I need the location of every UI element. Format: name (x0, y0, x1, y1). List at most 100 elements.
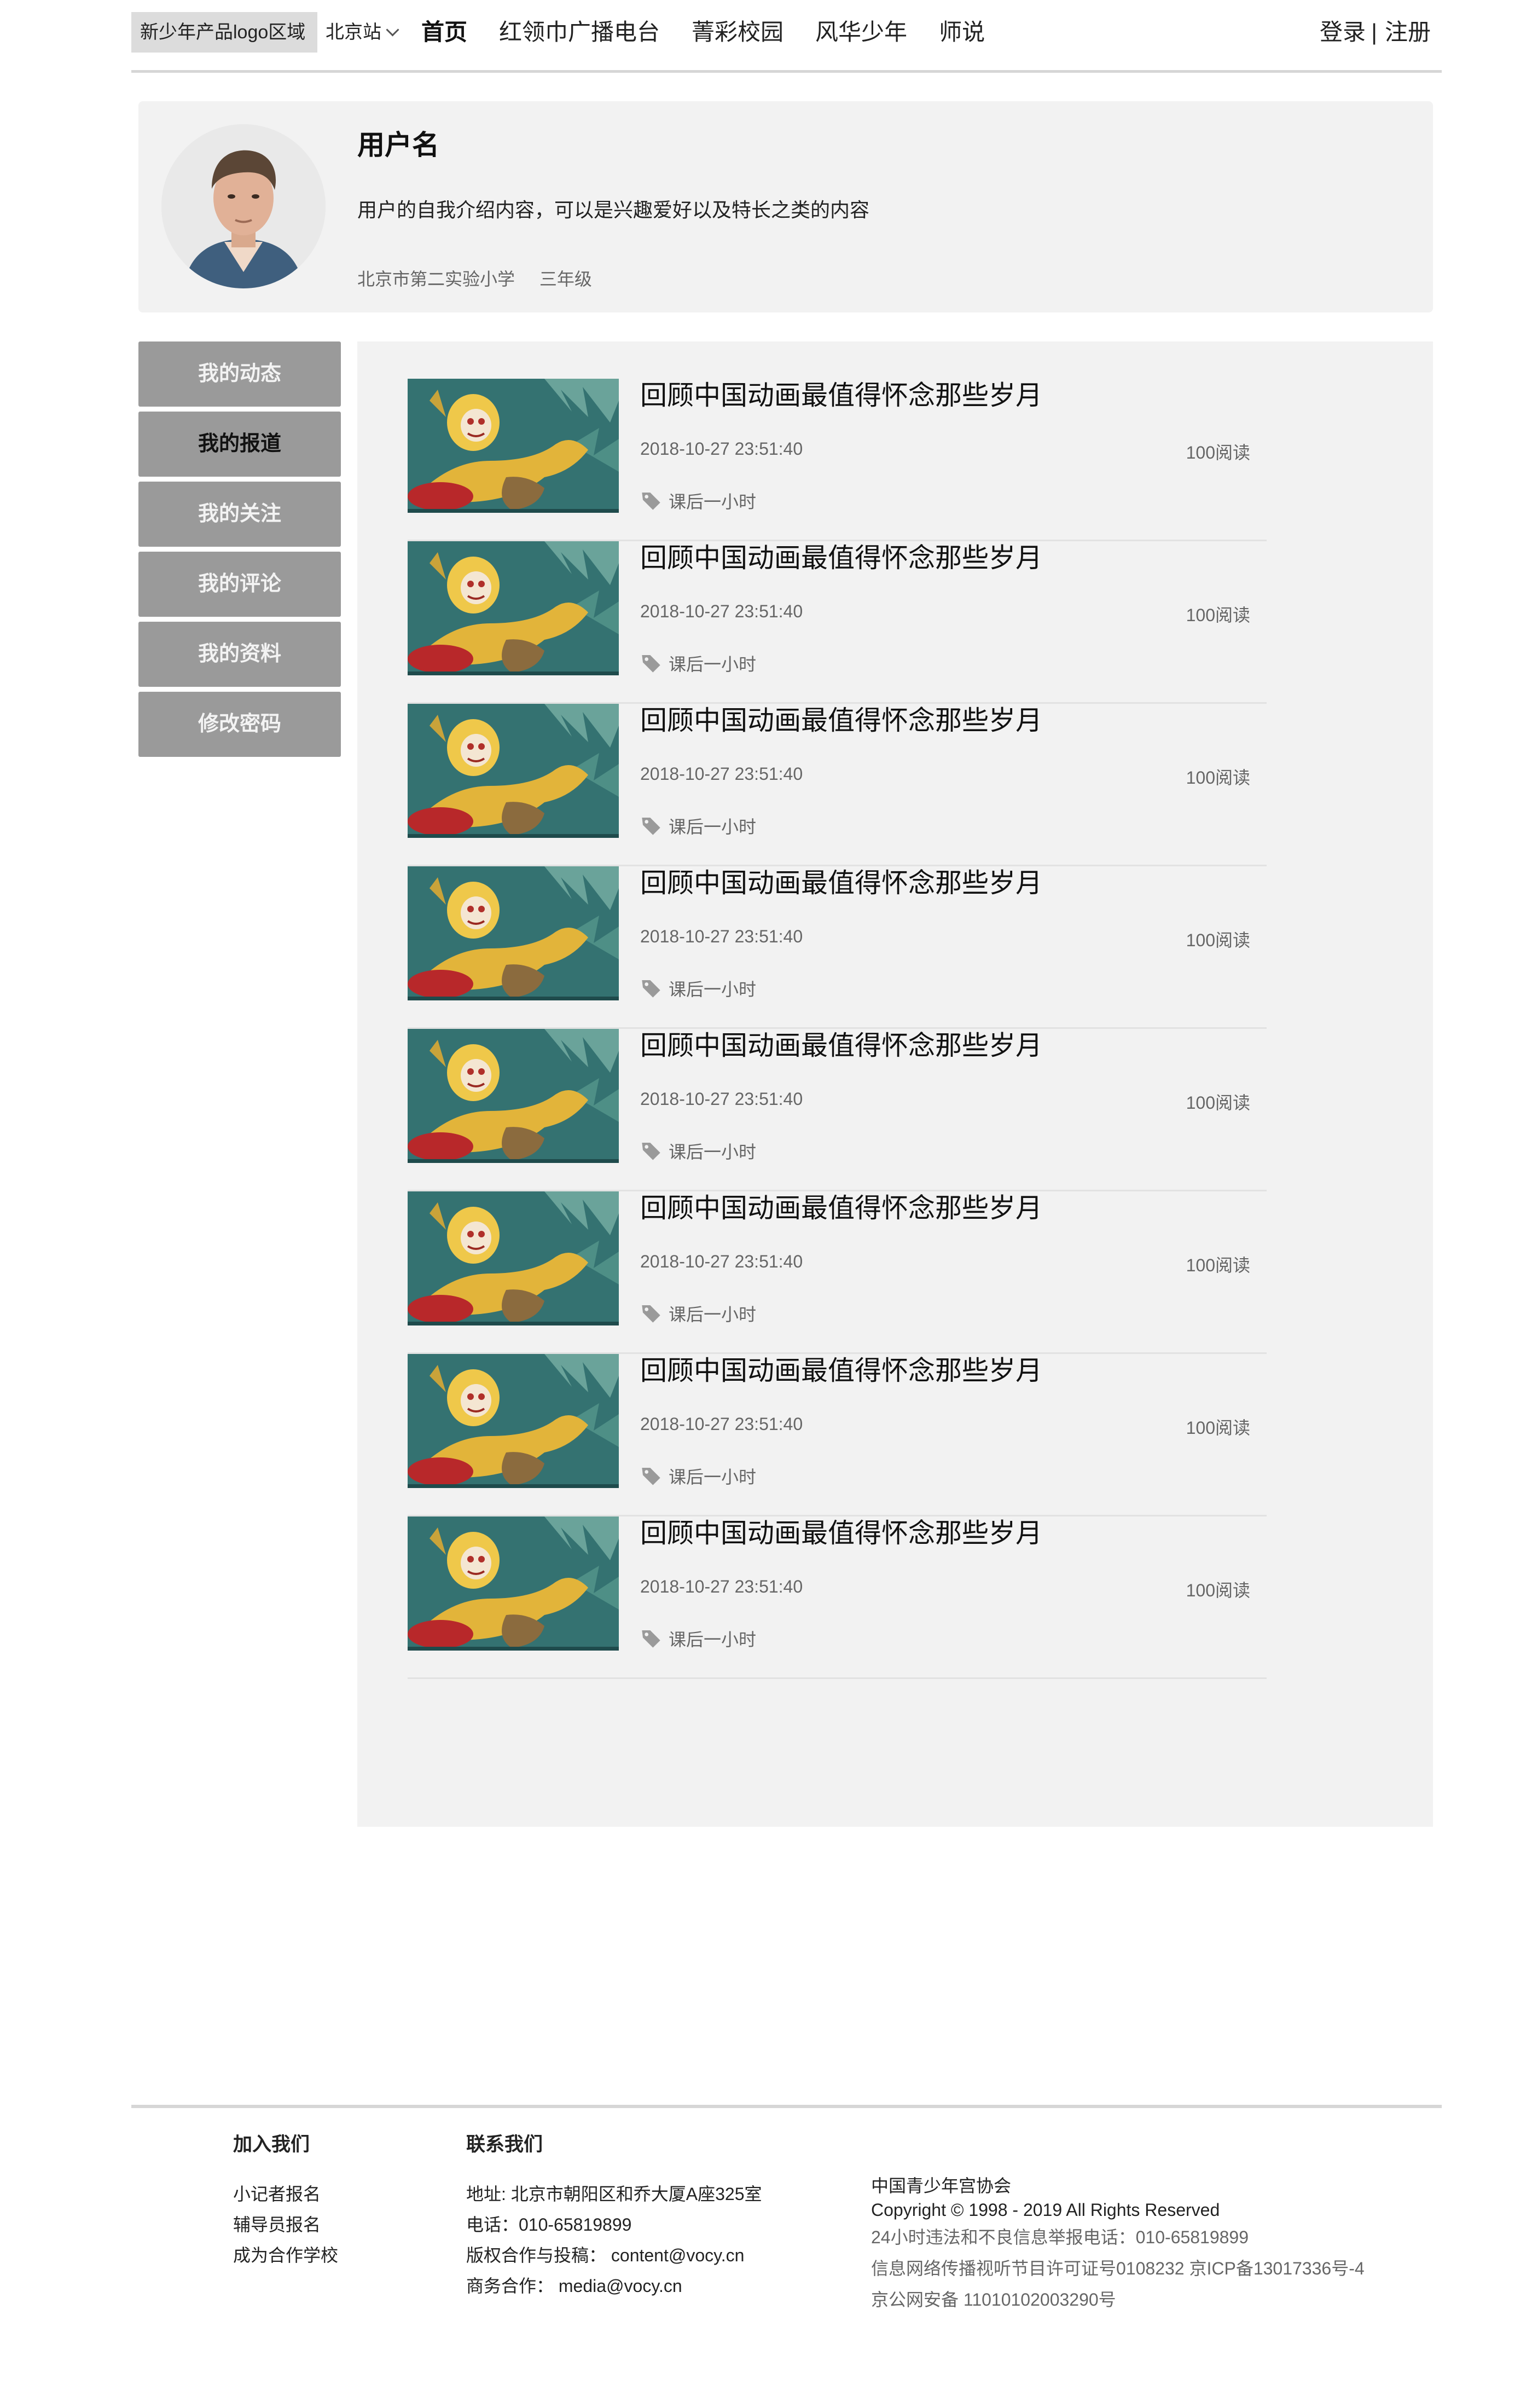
article-title[interactable]: 回顾中国动画最值得怀念那些岁月 (640, 541, 1042, 575)
article-tag[interactable]: 课后一小时 (640, 651, 756, 676)
article-read-count: 100阅读 (1186, 1093, 1250, 1113)
footer-link-reporter[interactable]: 小记者报名 (233, 2179, 338, 2209)
footer-address: 地址: 北京市朝阳区和乔大厦A座325室 (466, 2184, 762, 2204)
article-item[interactable]: 回顾中国动画最值得怀念那些岁月 2018-10-27 23:51:40 100阅… (408, 866, 1267, 1029)
article-item[interactable]: 回顾中国动画最值得怀念那些岁月 2018-10-27 23:51:40 100阅… (408, 1354, 1267, 1516)
article-thumbnail[interactable] (408, 541, 619, 675)
article-tag[interactable]: 课后一小时 (640, 1463, 756, 1489)
article-thumbnail[interactable] (408, 1354, 619, 1488)
auth-separator: | (1371, 19, 1377, 45)
article-tag-label: 课后一小时 (669, 492, 757, 512)
article-tag-label: 课后一小时 (669, 655, 757, 674)
register-link[interactable]: 注册 (1385, 12, 1431, 53)
content-panel: 回顾中国动画最值得怀念那些岁月 2018-10-27 23:51:40 100阅… (357, 341, 1433, 1827)
side-item-following[interactable]: 我的关注 (138, 482, 341, 547)
footer-contact: 联系我们 地址: 北京市朝阳区和乔大厦A座325室 电话：010-6581989… (466, 2129, 762, 2301)
user-school: 北京市第二实验小学 (357, 269, 515, 289)
article-tag-label: 课后一小时 (669, 1142, 757, 1162)
profile-card: 用户名 用户的自我介绍内容，可以是兴趣爱好以及特长之类的内容 北京市第二实验小学… (138, 101, 1433, 312)
footer-org-name: 中国青少年宫协会 (871, 2176, 1012, 2196)
city-selector[interactable]: 北京站 (326, 12, 399, 53)
article-thumbnail-image (408, 704, 619, 838)
nav-item-campus[interactable]: 菁彩校园 (692, 12, 784, 53)
side-item-password[interactable]: 修改密码 (138, 692, 341, 757)
article-read-count: 100阅读 (1186, 768, 1250, 788)
side-item-activity[interactable]: 我的动态 (138, 341, 341, 407)
article-read-count: 100阅读 (1186, 1255, 1250, 1275)
article-read-count: 100阅读 (1186, 1581, 1250, 1600)
article-item[interactable]: 回顾中国动画最值得怀念那些岁月 2018-10-27 23:51:40 100阅… (408, 704, 1267, 866)
article-tag[interactable]: 课后一小时 (640, 1138, 756, 1164)
footer-business-email[interactable]: 商务合作： media@vocy.cn (466, 2271, 762, 2301)
user-grade: 三年级 (539, 269, 592, 289)
nav-item-youth[interactable]: 风华少年 (815, 12, 907, 53)
footer-copyright-email[interactable]: 版权合作与投稿： content@vocy.cn (466, 2240, 762, 2271)
tag-icon (642, 1143, 660, 1160)
footer-link-partner-school[interactable]: 成为合作学校 (233, 2240, 338, 2271)
article-title[interactable]: 回顾中国动画最值得怀念那些岁月 (640, 379, 1042, 413)
article-thumbnail-image (408, 541, 619, 675)
article-date: 2018-10-27 23:51:40 (640, 1252, 803, 1271)
footer-phone: 电话：010-65819899 (466, 2215, 632, 2235)
footer-join: 加入我们 小记者报名 辅导员报名 成为合作学校 (233, 2129, 338, 2271)
main-nav: 首页 红领巾广播电台 菁彩校园 风华少年 师说 (421, 12, 1017, 53)
article-thumbnail[interactable] (408, 1029, 619, 1163)
logo-area[interactable]: 新少年产品logo区域 (131, 12, 317, 53)
article-title[interactable]: 回顾中国动画最值得怀念那些岁月 (640, 1516, 1042, 1550)
nav-item-radio[interactable]: 红领巾广播电台 (499, 12, 660, 53)
article-read-count: 100阅读 (1186, 605, 1250, 625)
article-thumbnail-image (408, 1029, 619, 1163)
username: 用户名 (357, 130, 439, 160)
article-title[interactable]: 回顾中国动画最值得怀念那些岁月 (640, 704, 1042, 738)
footer-license[interactable]: 信息网络传播视听节目许可证号0108232 京ICP备13017336号-4 (871, 2253, 1365, 2284)
article-date: 2018-10-27 23:51:40 (640, 1089, 803, 1109)
article-item[interactable]: 回顾中国动画最值得怀念那些岁月 2018-10-27 23:51:40 100阅… (408, 1191, 1267, 1354)
article-list: 回顾中国动画最值得怀念那些岁月 2018-10-27 23:51:40 100阅… (408, 379, 1267, 1679)
footer-link-counselor[interactable]: 辅导员报名 (233, 2209, 338, 2240)
footer-info: 中国青少年宫协会 Copyright © 1998 - 2019 All Rig… (871, 2174, 1365, 2316)
article-date: 2018-10-27 23:51:40 (640, 1577, 803, 1596)
avatar[interactable] (161, 124, 326, 288)
article-item[interactable]: 回顾中国动画最值得怀念那些岁月 2018-10-27 23:51:40 100阅… (408, 541, 1267, 704)
article-read-count: 100阅读 (1186, 930, 1250, 950)
tag-icon (642, 1305, 660, 1323)
side-item-comments[interactable]: 我的评论 (138, 552, 341, 617)
article-tag[interactable]: 课后一小时 (640, 976, 756, 1001)
article-tag[interactable]: 课后一小时 (640, 813, 756, 838)
article-tag[interactable]: 课后一小时 (640, 1301, 756, 1326)
login-link[interactable]: 登录 (1320, 12, 1366, 53)
side-item-reports[interactable]: 我的报道 (138, 412, 341, 477)
article-date: 2018-10-27 23:51:40 (640, 764, 803, 784)
chevron-down-icon (386, 22, 399, 37)
article-tag[interactable]: 课后一小时 (640, 1626, 756, 1651)
article-date: 2018-10-27 23:51:40 (640, 601, 803, 621)
article-thumbnail[interactable] (408, 866, 619, 1000)
article-thumbnail[interactable] (408, 1191, 619, 1325)
article-title[interactable]: 回顾中国动画最值得怀念那些岁月 (640, 1191, 1042, 1225)
avatar-image (161, 124, 326, 288)
article-title[interactable]: 回顾中国动画最值得怀念那些岁月 (640, 1354, 1042, 1388)
nav-item-teacher[interactable]: 师说 (939, 12, 985, 53)
article-thumbnail-image (408, 1191, 619, 1325)
article-title[interactable]: 回顾中国动画最值得怀念那些岁月 (640, 1029, 1042, 1063)
article-item[interactable]: 回顾中国动画最值得怀念那些岁月 2018-10-27 23:51:40 100阅… (408, 379, 1267, 541)
article-tag-label: 课后一小时 (669, 980, 757, 999)
article-item[interactable]: 回顾中国动画最值得怀念那些岁月 2018-10-27 23:51:40 100阅… (408, 1516, 1267, 1679)
article-item[interactable]: 回顾中国动画最值得怀念那些岁月 2018-10-27 23:51:40 100阅… (408, 1029, 1267, 1191)
article-thumbnail[interactable] (408, 379, 619, 513)
article-read-count: 100阅读 (1186, 1418, 1250, 1438)
article-date: 2018-10-27 23:51:40 (640, 927, 803, 946)
article-thumbnail-image (408, 866, 619, 1000)
side-item-profile[interactable]: 我的资料 (138, 622, 341, 687)
article-thumbnail[interactable] (408, 704, 619, 838)
article-thumbnail[interactable] (408, 1516, 619, 1651)
footer-police-record[interactable]: 京公网安备 11010102003290号 (871, 2284, 1365, 2316)
footer: 加入我们 小记者报名 辅导员报名 成为合作学校 联系我们 地址: 北京市朝阳区和… (131, 2105, 1442, 2354)
article-tag[interactable]: 课后一小时 (640, 488, 756, 513)
nav-item-home[interactable]: 首页 (421, 12, 467, 53)
article-title[interactable]: 回顾中国动画最值得怀念那些岁月 (640, 866, 1042, 900)
tag-icon (642, 818, 660, 835)
article-tag-label: 课后一小时 (669, 1467, 757, 1487)
tag-icon (642, 1468, 660, 1485)
footer-copyright: Copyright © 1998 - 2019 All Rights Reser… (871, 2200, 1220, 2220)
